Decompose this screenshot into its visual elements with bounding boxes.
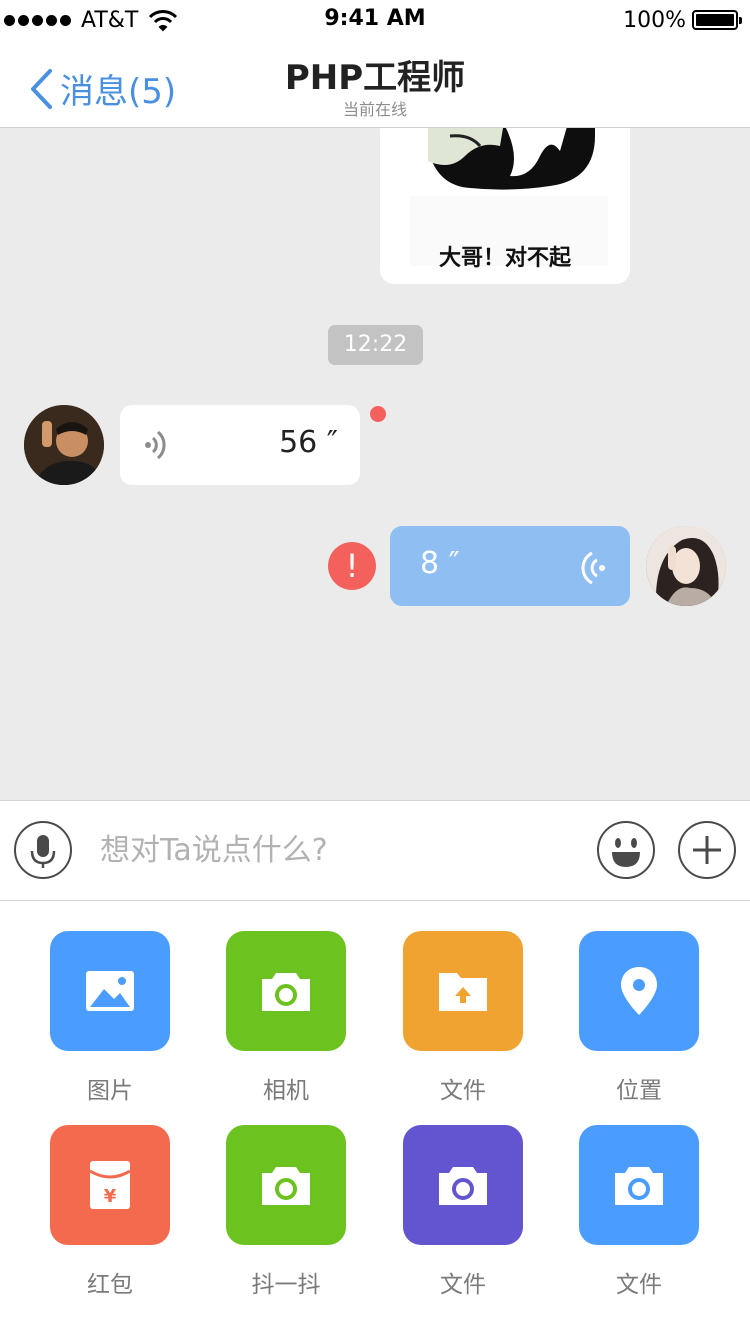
- contact-avatar[interactable]: [24, 405, 104, 485]
- folder-upload-icon: [439, 973, 487, 1011]
- camera-icon: [439, 1167, 487, 1205]
- tool-red-envelope[interactable]: ¥ 红包: [45, 1125, 175, 1298]
- plus-icon: [693, 836, 721, 864]
- tool-file-2-tile: [403, 1125, 523, 1245]
- location-pin-icon: [621, 967, 657, 1015]
- tool-camera[interactable]: 相机: [221, 931, 351, 1104]
- online-status: 当前在线: [342, 100, 407, 119]
- my-avatar[interactable]: [646, 526, 726, 606]
- microphone-icon: [30, 835, 56, 868]
- svg-text:¥: ¥: [104, 1186, 117, 1207]
- outgoing-voice-message[interactable]: 8 ″: [390, 526, 630, 606]
- voice-wave-icon: [581, 551, 605, 585]
- unread-indicator: [370, 406, 386, 422]
- tool-file-3-label: 文件: [616, 1272, 662, 1298]
- tool-file-tile: [403, 931, 523, 1051]
- red-envelope-icon: ¥: [89, 1161, 131, 1209]
- sticker-caption: 大哥！对不起: [438, 246, 571, 271]
- tools-panel: 图片 相机 文件 位置 ¥ 红包 抖一抖 文件 文件: [0, 901, 750, 1334]
- tool-image-label: 图片: [87, 1078, 133, 1104]
- tool-file-2[interactable]: 文件: [398, 1125, 528, 1298]
- my-avatar-image: [646, 526, 726, 606]
- image-icon: [86, 971, 134, 1011]
- status-bar: AT&T 9:41 AM 100%: [0, 0, 750, 40]
- battery-icon: [692, 10, 742, 30]
- tool-location-label: 位置: [616, 1078, 662, 1104]
- voice-duration: 8 ″: [420, 546, 460, 581]
- incoming-voice-message[interactable]: 56 ″: [120, 405, 360, 485]
- emoji-button[interactable]: [597, 821, 655, 879]
- voice-wave-icon: [145, 430, 166, 460]
- contact-avatar-image: [24, 405, 104, 485]
- message-input[interactable]: [100, 821, 580, 879]
- tool-image-tile: [50, 931, 170, 1051]
- tool-file-3-tile: [579, 1125, 699, 1245]
- camera-icon: [262, 1167, 310, 1205]
- voice-input-button[interactable]: [14, 821, 72, 879]
- smiley-icon: [612, 838, 640, 867]
- tool-file-label: 文件: [440, 1078, 486, 1104]
- tool-file[interactable]: 文件: [398, 931, 528, 1104]
- camera-icon: [262, 973, 310, 1011]
- tool-file-2-label: 文件: [440, 1272, 486, 1298]
- input-bar: [0, 800, 750, 901]
- tool-image[interactable]: 图片: [45, 931, 175, 1104]
- tool-shake[interactable]: 抖一抖: [221, 1125, 351, 1298]
- tool-shake-label: 抖一抖: [251, 1272, 321, 1298]
- tool-location[interactable]: 位置: [574, 931, 704, 1104]
- more-button[interactable]: [678, 821, 736, 879]
- page-title: PHP工程师: [284, 58, 466, 98]
- send-failed-icon[interactable]: !: [328, 542, 376, 590]
- camera-icon: [615, 1167, 663, 1205]
- tool-red-envelope-tile: ¥: [50, 1125, 170, 1245]
- tool-red-envelope-label: 红包: [87, 1272, 133, 1298]
- battery-status: 100%: [623, 6, 742, 34]
- tool-camera-tile: [226, 931, 346, 1051]
- tool-camera-label: 相机: [263, 1078, 309, 1104]
- tool-file-3[interactable]: 文件: [574, 1125, 704, 1298]
- tool-location-tile: [579, 931, 699, 1051]
- chat-area[interactable]: 大哥！对不起 12:22 56 ″ ! 8 ″: [0, 128, 750, 800]
- battery-percent: 100%: [623, 7, 686, 33]
- sticker-message[interactable]: 大哥！对不起: [380, 128, 630, 284]
- message-timestamp: 12:22: [328, 325, 423, 365]
- tool-shake-tile: [226, 1125, 346, 1245]
- voice-duration: 56 ″: [279, 425, 338, 460]
- nav-bar: 消息(5) PHP工程师 当前在线: [0, 40, 750, 128]
